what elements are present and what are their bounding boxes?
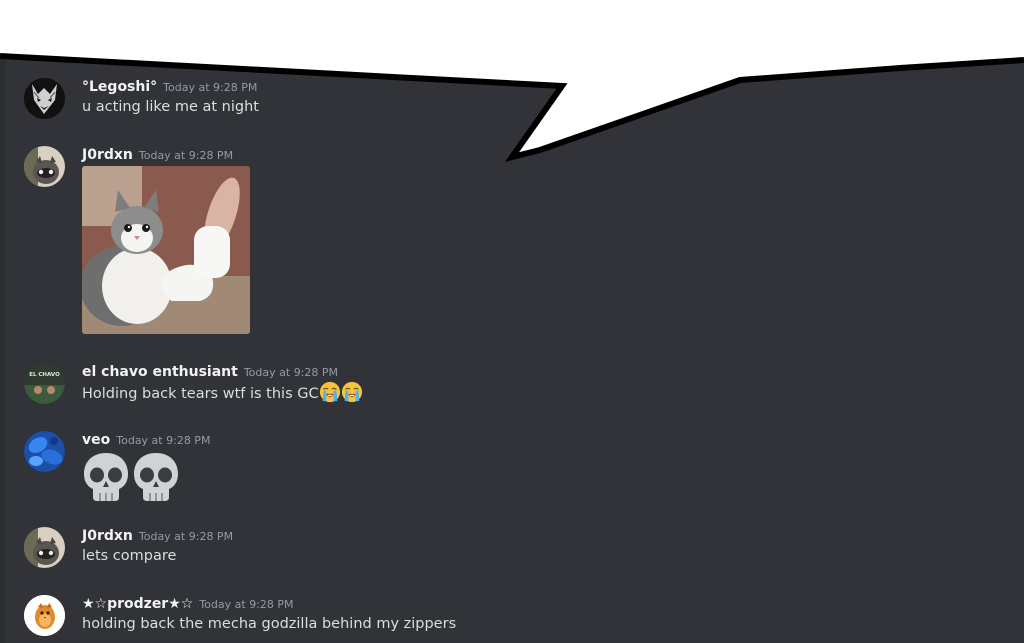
username[interactable]: veo — [82, 432, 110, 448]
username[interactable]: J0rdxn — [82, 528, 133, 544]
message-text: Holding back tears wtf is this GC — [82, 386, 319, 402]
chat-screenshot: °Legoshi° Today at 9:28 PM u acting like … — [0, 0, 1024, 643]
timestamp: Today at 9:28 PM — [116, 434, 211, 447]
blue-abstract-avatar-icon[interactable] — [24, 431, 65, 472]
speech-bubble-overlay — [0, 0, 1024, 162]
username[interactable]: ★☆prodzer★☆ — [82, 596, 193, 612]
loudly-crying-face-emoji[interactable] — [341, 381, 363, 403]
raccoon-avatar-icon[interactable] — [24, 527, 65, 568]
loudly-crying-face-emoji[interactable] — [319, 381, 341, 403]
orange-character-avatar-icon[interactable] — [24, 595, 65, 636]
message-text: holding back the mecha godzilla behind m… — [82, 616, 457, 632]
skull-emoji[interactable] — [132, 451, 180, 503]
el-chavo-avatar-icon[interactable]: EL CHAVO — [24, 363, 65, 404]
avatar-text: EL CHAVO — [29, 372, 60, 378]
timestamp: Today at 9:28 PM — [138, 530, 234, 543]
skull-emoji[interactable] — [82, 451, 130, 503]
timestamp: Today at 9:28 PM — [243, 366, 339, 379]
timestamp: Today at 9:28 PM — [199, 598, 294, 611]
username[interactable]: el chavo enthusiant — [82, 364, 238, 380]
message-text: lets compare — [82, 548, 177, 564]
cat-thumbs-up-image[interactable] — [82, 166, 250, 334]
